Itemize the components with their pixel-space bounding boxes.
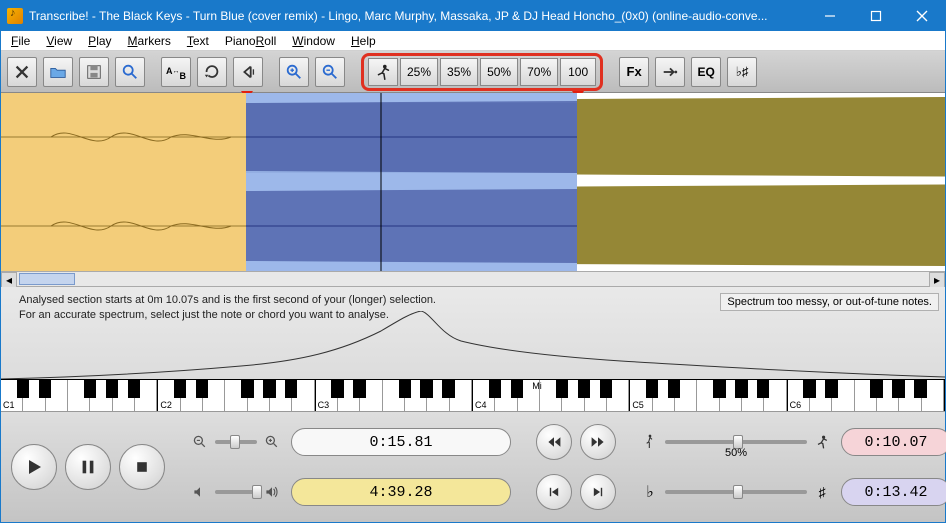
volume-slider[interactable] bbox=[191, 483, 281, 501]
running-icon[interactable] bbox=[368, 58, 398, 86]
scroll-left-button[interactable]: ◂ bbox=[1, 272, 17, 288]
pause-button[interactable] bbox=[65, 444, 111, 490]
rewind-button[interactable] bbox=[536, 424, 572, 460]
zoom-out-button[interactable] bbox=[315, 57, 345, 87]
spectrum-curve bbox=[1, 311, 945, 381]
eq-button[interactable]: EQ bbox=[691, 57, 721, 87]
zoom-slider[interactable] bbox=[191, 433, 281, 451]
menu-pianoroll[interactable]: PianoRoll bbox=[219, 33, 282, 49]
spectrum-panel: Analysed section starts at 0m 10.07s and… bbox=[1, 287, 945, 412]
zoom-out-icon[interactable] bbox=[191, 433, 209, 451]
maximize-button[interactable] bbox=[853, 1, 899, 31]
open-file-button[interactable] bbox=[43, 57, 73, 87]
run-icon bbox=[813, 433, 831, 451]
menu-play[interactable]: Play bbox=[82, 33, 117, 49]
fast-forward-button[interactable] bbox=[580, 424, 616, 460]
menu-markers[interactable]: Markers bbox=[122, 33, 177, 49]
mono-button[interactable] bbox=[655, 57, 685, 87]
pitch-slider[interactable]: ♭ ♯ bbox=[641, 483, 831, 501]
app-icon bbox=[7, 8, 23, 24]
skip-back-button[interactable] bbox=[536, 474, 572, 510]
overview-scrollbar[interactable]: ◂ ▸ bbox=[1, 271, 945, 287]
transport-panel: 0:15.81 50% 0:10.07 4:39.28 ♭ ♯ 0:13.42 bbox=[1, 412, 945, 522]
waveform-post-selection bbox=[577, 93, 945, 271]
window-title: Transcribe! - The Black Keys - Turn Blue… bbox=[29, 9, 807, 23]
close-file-button[interactable] bbox=[7, 57, 37, 87]
scroll-right-button[interactable]: ▸ bbox=[929, 272, 945, 288]
speed-35[interactable]: 35% bbox=[440, 58, 478, 86]
tuning-button[interactable]: ♭♯ bbox=[727, 57, 757, 87]
flat-icon: ♭ bbox=[641, 483, 659, 501]
minimize-button[interactable] bbox=[807, 1, 853, 31]
menu-view[interactable]: View bbox=[40, 33, 78, 49]
waveform-pre-selection bbox=[1, 93, 246, 271]
search-button[interactable] bbox=[115, 57, 145, 87]
zoom-in-icon[interactable] bbox=[263, 433, 281, 451]
speed-preset-group: 25% 35% 50% 70% 100 bbox=[361, 53, 603, 91]
sharp-icon: ♯ bbox=[813, 483, 831, 501]
ab-loop-button[interactable]: A↔B bbox=[161, 57, 191, 87]
menu-window[interactable]: Window bbox=[286, 33, 341, 49]
speed-50[interactable]: 50% bbox=[480, 58, 518, 86]
speed-100[interactable]: 100 bbox=[560, 58, 596, 86]
speed-70[interactable]: 70% bbox=[520, 58, 558, 86]
duration-display[interactable]: 4:39.28 bbox=[291, 478, 511, 506]
save-button[interactable] bbox=[79, 57, 109, 87]
speed-slider[interactable]: 50% bbox=[641, 433, 831, 451]
close-button[interactable] bbox=[899, 1, 945, 31]
skip-forward-button[interactable] bbox=[580, 474, 616, 510]
menu-help[interactable]: Help bbox=[345, 33, 382, 49]
spectrum-warning: Spectrum too messy, or out-of-tune notes… bbox=[720, 293, 939, 311]
menu-file[interactable]: File bbox=[5, 33, 36, 49]
speed-25[interactable]: 25% bbox=[400, 58, 438, 86]
toolbar: A↔B 25% 35% 50% 70% 100 Fx EQ ♭♯ bbox=[1, 51, 945, 93]
play-button[interactable] bbox=[11, 444, 57, 490]
spectrum-info-line1: Analysed section starts at 0m 10.07s and… bbox=[19, 293, 436, 308]
waveform-view[interactable] bbox=[1, 93, 945, 271]
piano-keyboard[interactable]: C1 C2 C3 C4 Mi C5 C6 bbox=[1, 379, 945, 411]
waveform-selection bbox=[246, 93, 577, 271]
stop-button[interactable] bbox=[119, 444, 165, 490]
loop-button[interactable] bbox=[197, 57, 227, 87]
scroll-thumb[interactable] bbox=[19, 273, 75, 285]
selection-end-display[interactable]: 0:13.42 bbox=[841, 478, 946, 506]
fx-button[interactable]: Fx bbox=[619, 57, 649, 87]
cue-button[interactable] bbox=[233, 57, 263, 87]
zoom-in-button[interactable] bbox=[279, 57, 309, 87]
titlebar: Transcribe! - The Black Keys - Turn Blue… bbox=[1, 1, 945, 31]
volume-high-icon[interactable] bbox=[263, 483, 281, 501]
selection-start-display[interactable]: 0:10.07 bbox=[841, 428, 946, 456]
position-display[interactable]: 0:15.81 bbox=[291, 428, 511, 456]
menu-text[interactable]: Text bbox=[181, 33, 215, 49]
volume-low-icon[interactable] bbox=[191, 483, 209, 501]
walk-icon bbox=[641, 433, 659, 451]
speed-value-label: 50% bbox=[725, 447, 747, 459]
menubar: File View Play Markers Text PianoRoll Wi… bbox=[1, 31, 945, 51]
